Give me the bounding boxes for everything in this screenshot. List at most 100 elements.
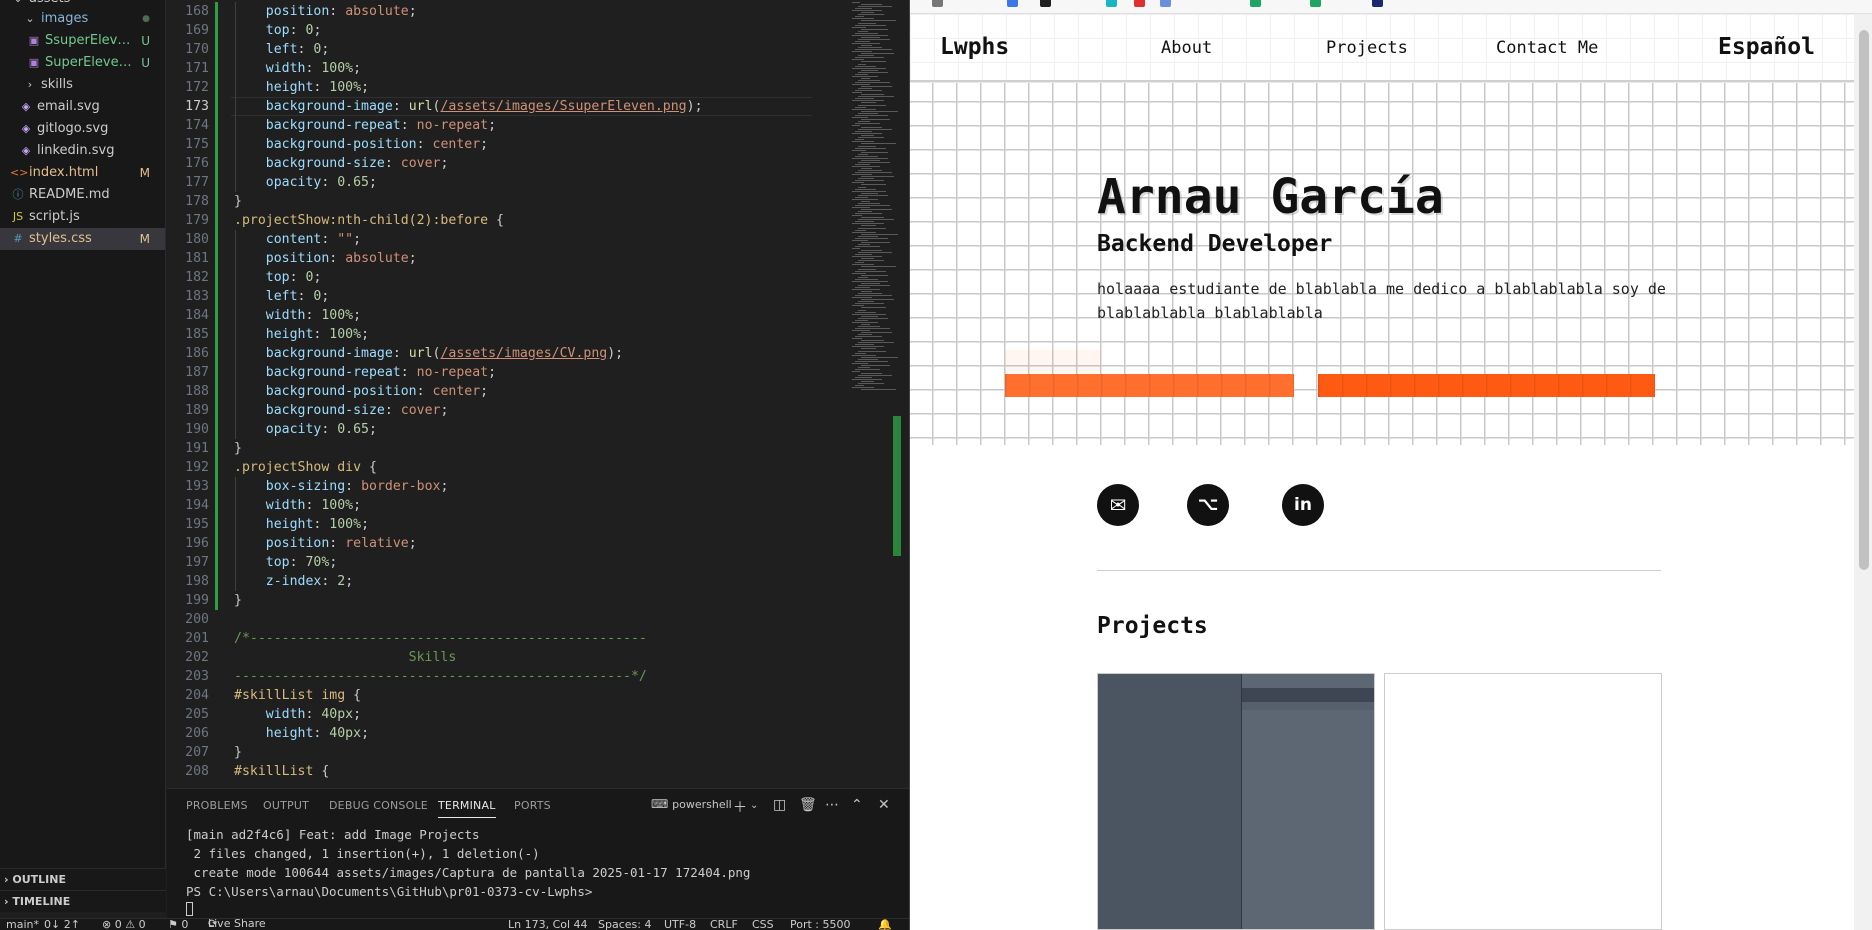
language-mode[interactable]: CSS xyxy=(752,919,774,930)
code-line[interactable]: 173 background-image: url(/assets/images… xyxy=(167,97,909,116)
code-line[interactable]: 186 background-image: url(/assets/images… xyxy=(167,344,909,363)
email-icon[interactable]: ✉ xyxy=(1097,484,1139,526)
code-line[interactable]: 168 position: absolute; xyxy=(167,2,909,21)
bookmark-icon[interactable] xyxy=(1007,0,1018,7)
code-line[interactable]: 205 width: 40px; xyxy=(167,705,909,724)
code-editor[interactable]: 168 position: absolute; 169 top: 0; 170 le… xyxy=(167,0,909,788)
bookmark-icon[interactable] xyxy=(1310,0,1321,7)
code-line[interactable]: 199} xyxy=(167,591,909,610)
explorer-item[interactable]: ⌄ images ● xyxy=(0,8,165,30)
bell-icon[interactable]: 🔔 xyxy=(878,919,892,930)
code-line[interactable]: 171 width: 100%; xyxy=(167,59,909,78)
code-line[interactable]: 182 top: 0; xyxy=(167,268,909,287)
tab-problems[interactable]: PROBLEMS xyxy=(186,799,248,812)
tab-debug-console[interactable]: DEBUG CONSOLE xyxy=(329,799,428,812)
code-line[interactable]: 194 width: 100%; xyxy=(167,496,909,515)
timeline-section[interactable]: › TIMELINE xyxy=(0,890,166,912)
code-line[interactable]: 184 width: 100%; xyxy=(167,306,909,325)
nav-projects[interactable]: Projects xyxy=(1326,38,1408,58)
code-line[interactable]: 203 -------------------------------------… xyxy=(167,667,909,686)
bookmark-icon[interactable] xyxy=(1372,0,1383,7)
code-line[interactable]: 185 height: 100%; xyxy=(167,325,909,344)
code-line[interactable]: 192 .projectShow div { xyxy=(167,458,909,477)
project-card[interactable] xyxy=(1097,673,1375,930)
code-line[interactable]: 206 height: 40px; xyxy=(167,724,909,743)
code-line[interactable]: 183 left: 0; xyxy=(167,287,909,306)
bookmark-icon[interactable] xyxy=(1160,0,1171,7)
code-line[interactable]: 179 .projectShow:nth-child(2):before { xyxy=(167,211,909,230)
project-card[interactable] xyxy=(1384,673,1662,930)
code-line[interactable]: 207} xyxy=(167,743,909,762)
split-terminal-icon[interactable]: ◫ xyxy=(773,797,786,813)
explorer-item[interactable]: ◈ gitlogo.svg xyxy=(0,118,165,140)
code-line[interactable]: 189 background-size: cover; xyxy=(167,401,909,420)
code-line[interactable]: 170 left: 0; xyxy=(167,40,909,59)
code-line[interactable]: 197 top: 70%; xyxy=(167,553,909,572)
code-line[interactable]: 202 Skills xyxy=(167,648,909,667)
code-line[interactable]: 172 height: 100%; xyxy=(167,78,909,97)
code-line[interactable]: 200 xyxy=(167,610,909,629)
explorer-item[interactable]: # styles.css M xyxy=(0,228,165,250)
explorer-item[interactable]: ⓘ README.md xyxy=(0,184,165,206)
line-ending[interactable]: CRLF xyxy=(710,919,738,930)
cursor-position[interactable]: Ln 173, Col 44 xyxy=(508,919,588,930)
code-line[interactable]: 195 height: 100%; xyxy=(167,515,909,534)
bookmark-icon[interactable] xyxy=(1106,0,1117,7)
terminal-shell-selector[interactable]: ⌨ powershell xyxy=(651,797,732,811)
tab-ports[interactable]: PORTS xyxy=(514,799,551,812)
tab-terminal[interactable]: TERMINAL xyxy=(438,799,496,818)
code-line[interactable]: 204 #skillList img { xyxy=(167,686,909,705)
more-icon[interactable]: ⋯ xyxy=(825,797,839,813)
sync-indicator[interactable]: 0↓ 2↑ xyxy=(44,919,80,930)
close-icon[interactable]: ✕ xyxy=(878,797,890,813)
code-line[interactable]: 198 z-index: 2; xyxy=(167,572,909,591)
encoding[interactable]: UTF-8 xyxy=(664,919,696,930)
explorer-item[interactable]: ▣ SsuperEleven.... U xyxy=(0,30,165,52)
code-line[interactable]: 187 background-repeat: no-repeat; xyxy=(167,363,909,382)
bookmark-icon[interactable] xyxy=(1134,0,1145,7)
code-line[interactable]: 191} xyxy=(167,439,909,458)
explorer-item[interactable]: › skills xyxy=(0,74,165,96)
code-line[interactable]: 193 box-sizing: border-box; xyxy=(167,477,909,496)
minimap-slider[interactable] xyxy=(893,416,901,556)
code-line[interactable]: 196 position: relative; xyxy=(167,534,909,553)
bookmark-icon[interactable] xyxy=(1250,0,1261,7)
browser-scroll-thumb[interactable] xyxy=(1859,30,1869,570)
code-line[interactable]: 176 background-size: cover; xyxy=(167,154,909,173)
nav-about[interactable]: About xyxy=(1161,38,1212,58)
explorer-item[interactable]: JS script.js xyxy=(0,206,165,228)
code-line[interactable]: 190 opacity: 0.65; xyxy=(167,420,909,439)
branch-indicator[interactable]: main* xyxy=(6,919,39,930)
code-line[interactable]: 180 content: ""; xyxy=(167,230,909,249)
explorer-item[interactable]: <>index.html M xyxy=(0,162,165,184)
chevron-down-icon[interactable]: ⌄ xyxy=(750,800,758,811)
site-logo[interactable]: Lwphs xyxy=(940,34,1009,60)
indentation[interactable]: Spaces: 4 xyxy=(598,919,651,930)
maximize-panel-icon[interactable]: ⌃ xyxy=(851,797,863,813)
explorer-item[interactable]: ◈ linkedin.svg xyxy=(0,140,165,162)
explorer-item[interactable]: ▣ SuperEleven.... U xyxy=(0,52,165,74)
terminal-cursor[interactable] xyxy=(186,902,193,916)
problems-indicator[interactable]: ⊗ 0 ⚠ 0 xyxy=(102,919,146,930)
code-line[interactable]: 178} xyxy=(167,192,909,211)
code-line[interactable]: 181 position: absolute; xyxy=(167,249,909,268)
code-line[interactable]: 188 background-position: center; xyxy=(167,382,909,401)
linkedin-icon[interactable]: in xyxy=(1282,484,1324,526)
bookmark-icon[interactable] xyxy=(932,0,943,7)
code-line[interactable]: 177 opacity: 0.65; xyxy=(167,173,909,192)
ports-indicator[interactable]: ⚑ 0 xyxy=(168,919,188,930)
new-terminal-icon[interactable]: ＋ xyxy=(733,797,747,817)
nav-contact[interactable]: Contact Me xyxy=(1496,38,1598,58)
explorer-item[interactable]: ◈ email.svg xyxy=(0,96,165,118)
trash-icon[interactable]: 🗑 xyxy=(799,797,817,813)
live-server-port[interactable]: Port : 5500 xyxy=(790,919,851,930)
code-line[interactable]: 208 #skillList { xyxy=(167,762,909,781)
code-line[interactable]: 169 top: 0; xyxy=(167,21,909,40)
code-line[interactable]: 201 /*-----------------------------------… xyxy=(167,629,909,648)
code-line[interactable]: 174 background-repeat: no-repeat; xyxy=(167,116,909,135)
code-line[interactable]: 175 background-position: center; xyxy=(167,135,909,154)
tab-output[interactable]: OUTPUT xyxy=(263,799,309,812)
github-icon[interactable]: ⌥ xyxy=(1187,484,1229,526)
minimap[interactable] xyxy=(812,0,902,788)
bookmark-icon[interactable] xyxy=(1040,0,1051,7)
